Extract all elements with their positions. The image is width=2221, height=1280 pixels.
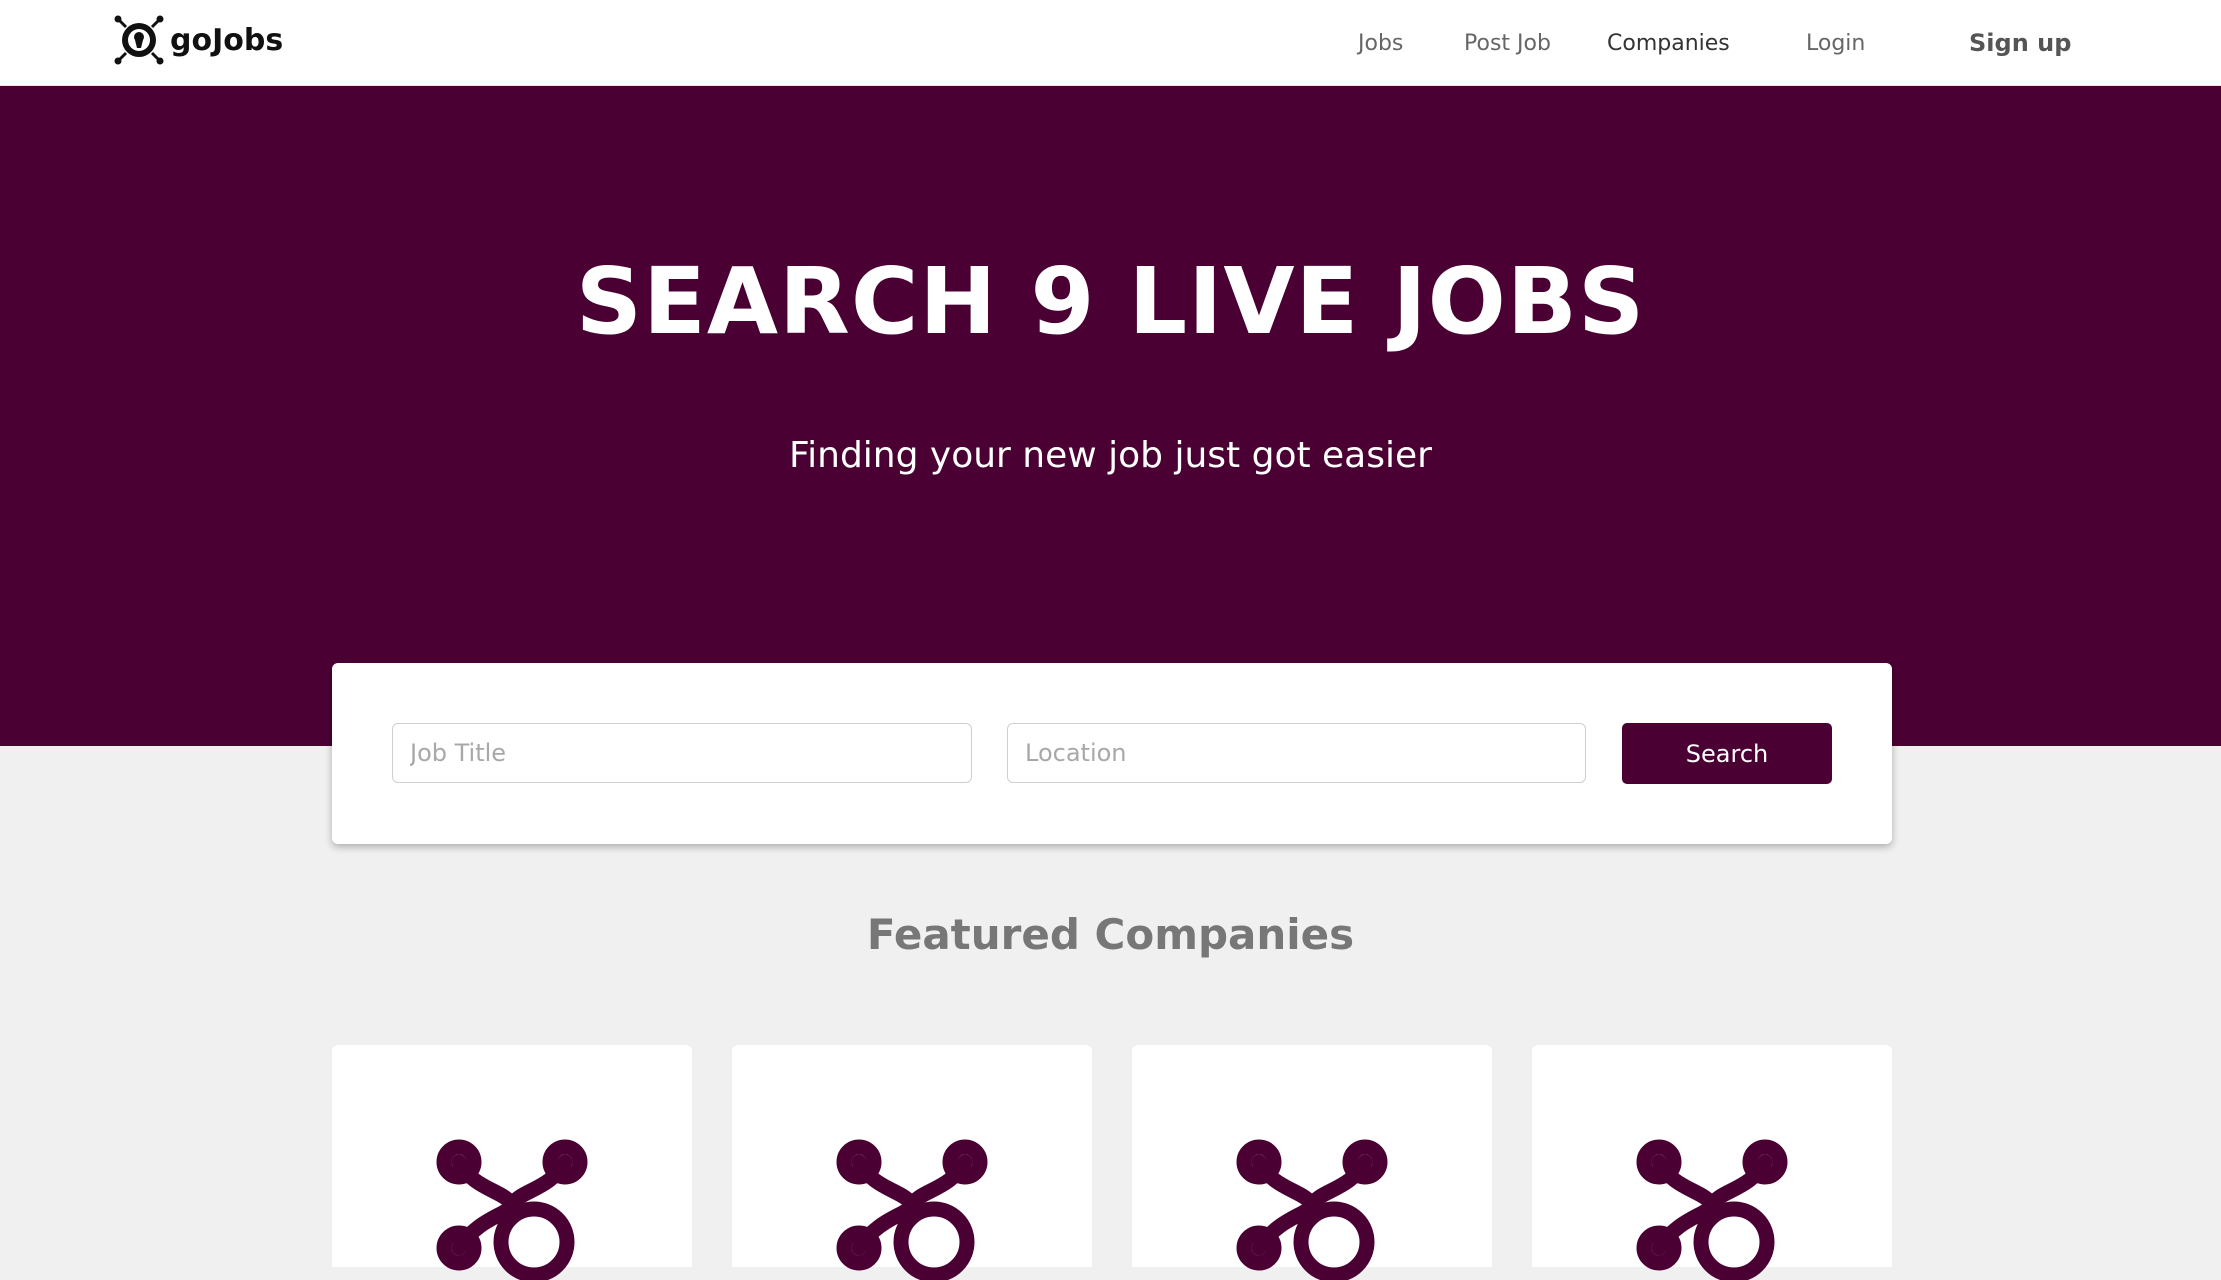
hero-title: SEARCH 9 LIVE JOBS <box>575 248 1646 355</box>
hero-subtitle: Finding your new job just got easier <box>789 435 1432 476</box>
company-card[interactable] <box>332 1045 692 1280</box>
brand-logo-link[interactable]: goJobs <box>112 14 283 66</box>
nav-companies-link[interactable]: Companies <box>1607 0 1730 86</box>
company-card[interactable] <box>1532 1045 1892 1280</box>
nav-login-link[interactable]: Login <box>1806 0 1865 86</box>
company-card[interactable] <box>1132 1045 1492 1280</box>
brand-name: goJobs <box>170 22 284 58</box>
job-title-input[interactable] <box>392 723 972 783</box>
company-logo-icon <box>436 1139 588 1280</box>
hero-banner <box>0 86 2221 746</box>
featured-companies-heading: Featured Companies <box>866 910 1355 959</box>
company-card[interactable] <box>732 1045 1092 1280</box>
nav-post-job-link[interactable]: Post Job <box>1464 0 1551 86</box>
nav-signup-link[interactable]: Sign up <box>1969 0 2071 86</box>
gojobs-logo-icon <box>114 15 164 65</box>
nav-jobs-link[interactable]: Jobs <box>1358 0 1403 86</box>
company-logo-icon <box>1636 1139 1788 1280</box>
location-input[interactable] <box>1007 723 1586 783</box>
job-search-card: Search <box>332 663 1892 844</box>
search-button[interactable]: Search <box>1622 723 1832 784</box>
top-navigation-bar: goJobs Jobs Post Job Companies Login Sig… <box>0 0 2221 86</box>
company-logo-icon <box>1236 1139 1388 1280</box>
company-logo-icon <box>836 1139 988 1280</box>
